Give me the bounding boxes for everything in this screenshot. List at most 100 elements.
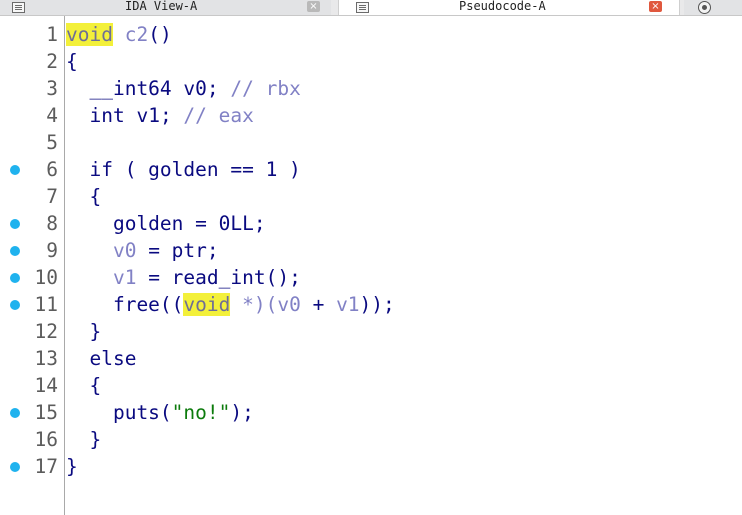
breakpoint-dot-icon[interactable] (10, 246, 20, 256)
code-token: { (66, 185, 102, 208)
code-token: puts( (66, 401, 172, 424)
code-text: } (66, 453, 78, 480)
tab-title: IDA View-A (125, 0, 198, 13)
breakpoint-dot-icon[interactable] (10, 300, 20, 310)
code-token: void (183, 293, 231, 316)
code-token: // eax (183, 104, 254, 127)
line-number: 4 (46, 104, 58, 127)
code-token: ; (206, 77, 231, 100)
breakpoint-dot-icon[interactable] (10, 462, 20, 472)
view-icon (698, 1, 711, 14)
code-token: v1 (136, 104, 160, 127)
code-line[interactable]: 12 } (0, 318, 742, 345)
code-token: v0 (183, 77, 207, 100)
code-token: } (66, 428, 102, 451)
code-token: void (66, 23, 113, 46)
code-token: c2 (124, 23, 149, 46)
code-text: int v1; // eax (66, 102, 254, 129)
code-token: int (66, 104, 137, 127)
code-text: __int64 v0; // rbx (66, 75, 301, 102)
line-number: 2 (46, 50, 58, 73)
code-line[interactable]: 1 void c2() (0, 21, 742, 48)
tab-pseudocode-a[interactable]: Pseudocode-A × (338, 0, 680, 15)
code-token: { (66, 374, 102, 397)
pseudocode-editor[interactable]: 1 void c2() 2{3 __int64 v0; // rbx 4 int v1… (0, 16, 742, 515)
code-token: { (66, 50, 78, 73)
breakpoint-dot-icon[interactable] (10, 408, 20, 418)
code-token: ); (230, 401, 254, 424)
code-line[interactable]: 14 { (0, 372, 742, 399)
code-line[interactable]: 9 v0 = ptr; (0, 237, 742, 264)
line-number: 17 (34, 455, 58, 478)
code-text: { (66, 48, 78, 75)
code-token: v1 (112, 266, 137, 289)
line-number: 7 (46, 185, 58, 208)
tab-title: Pseudocode-A (459, 0, 546, 13)
code-token: *)( (230, 293, 278, 316)
code-token: // rbx (230, 77, 301, 100)
code-text: } (66, 318, 101, 345)
code-token: "no!" (171, 401, 231, 424)
code-line[interactable]: 2{ (0, 48, 742, 75)
code-line[interactable]: 4 int v1; // eax (0, 102, 742, 129)
code-text: free((void *)(v0 + v1)); (66, 291, 395, 318)
code-line[interactable]: 5 (0, 129, 742, 156)
code-text: void c2() (66, 21, 172, 48)
code-token: else (66, 347, 137, 370)
code-line[interactable]: 16 } (0, 426, 742, 453)
code-line[interactable]: 3 __int64 v0; // rbx (0, 75, 742, 102)
code-line[interactable]: 13 else (0, 345, 742, 372)
code-line[interactable]: 11 free((void *)(v0 + v1)); (0, 291, 742, 318)
code-text: v0 = ptr; (66, 237, 219, 264)
pseudocode-view-icon (356, 2, 369, 13)
disassembly-view-icon (12, 2, 25, 13)
code-token: = ptr; (136, 239, 219, 262)
tab-ida-view-a[interactable]: IDA View-A × (0, 0, 331, 15)
code-line[interactable]: 15 puts("no!"); (0, 399, 742, 426)
tab-bar: IDA View-A × Pseudocode-A × (0, 0, 742, 16)
code-text: { (66, 183, 101, 210)
close-tab-pseudocode-button[interactable]: × (649, 1, 662, 12)
code-token: = read_int(); (136, 266, 301, 289)
code-text: { (66, 372, 101, 399)
line-number: 16 (34, 428, 58, 451)
line-number: 3 (46, 77, 58, 100)
close-tab-ida-view-button[interactable]: × (307, 1, 320, 12)
code-line[interactable]: 7 { (0, 183, 742, 210)
code-line[interactable]: 10 v1 = read_int(); (0, 264, 742, 291)
code-line[interactable]: 6 if ( golden == 1 ) (0, 156, 742, 183)
code-token: v0 (277, 293, 301, 316)
code-line[interactable]: 17} (0, 453, 742, 480)
code-token: v1 (336, 293, 360, 316)
code-text: } (66, 426, 101, 453)
code-text: golden = 0LL; (66, 210, 266, 237)
code-text: if ( golden == 1 ) (66, 156, 300, 183)
line-number: 9 (46, 239, 58, 262)
tab-hex-view[interactable] (684, 0, 742, 15)
code-text: else (66, 345, 136, 372)
code-token: )); (359, 293, 395, 316)
line-number: 14 (34, 374, 58, 397)
code-token: golden = 0LL; (66, 212, 266, 235)
code-token: () (148, 23, 172, 46)
line-number: 11 (34, 293, 58, 316)
line-number: 8 (46, 212, 58, 235)
code-text: puts("no!"); (66, 399, 254, 426)
code-token: } (66, 320, 102, 343)
line-number: 12 (34, 320, 58, 343)
breakpoint-dot-icon[interactable] (10, 165, 20, 175)
line-number: 15 (34, 401, 58, 424)
code-token: + (300, 293, 337, 316)
breakpoint-dot-icon[interactable] (10, 273, 20, 283)
line-number: 6 (46, 158, 58, 181)
line-number: 10 (34, 266, 58, 289)
line-number: 1 (46, 23, 58, 46)
code-token: __int64 (66, 77, 184, 100)
breakpoint-dot-icon[interactable] (10, 219, 20, 229)
code-token: } (66, 455, 78, 478)
code-line[interactable]: 8 golden = 0LL; (0, 210, 742, 237)
line-number: 13 (34, 347, 58, 370)
